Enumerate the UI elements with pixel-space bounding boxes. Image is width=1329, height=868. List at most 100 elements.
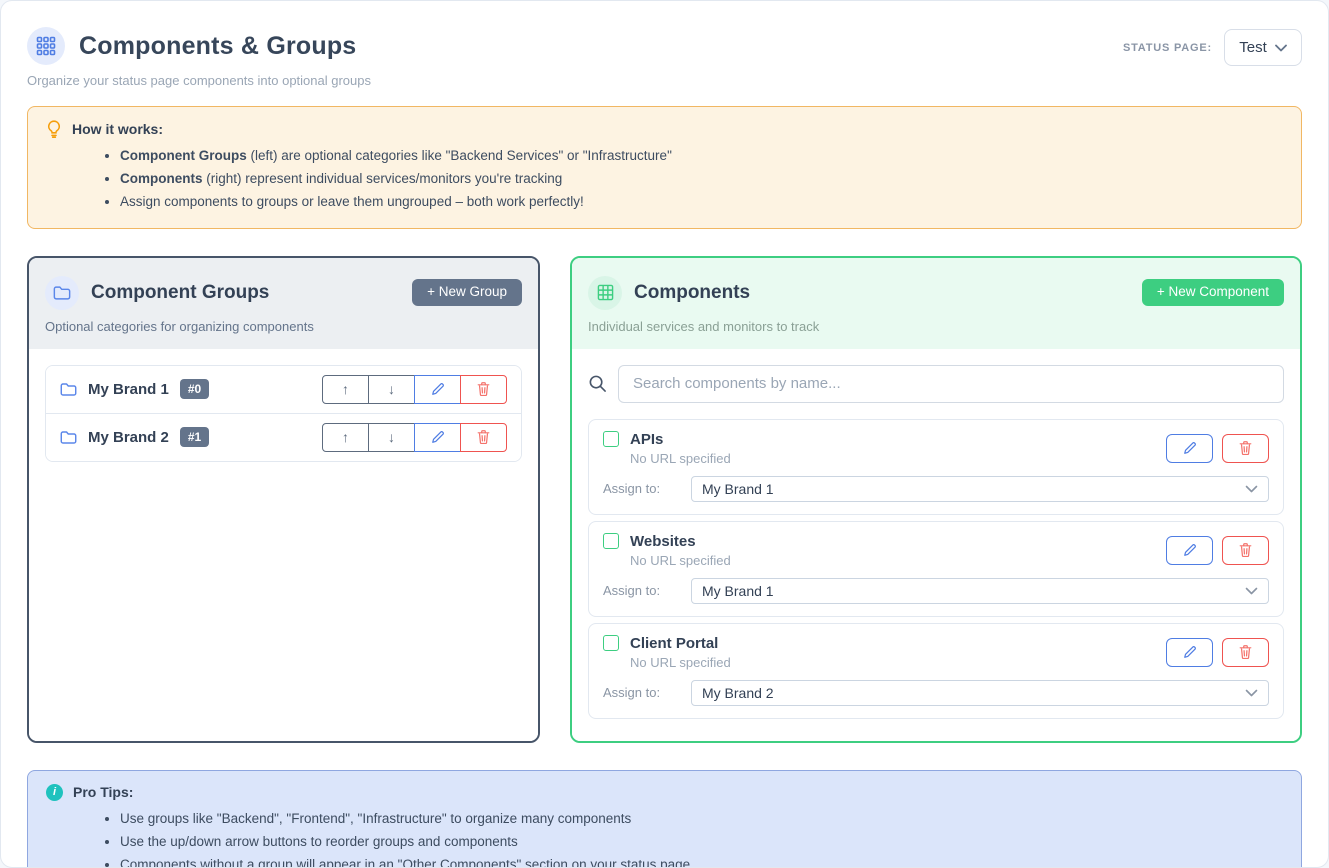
component-groups-panel: Component Groups + New Group Optional ca… <box>27 256 540 743</box>
pencil-icon <box>1183 543 1197 557</box>
status-page-label: STATUS PAGE: <box>1123 42 1212 54</box>
lightbulb-icon <box>46 120 62 138</box>
assign-to-label: Assign to: <box>603 583 691 598</box>
folder-icon <box>45 276 79 310</box>
group-order-badge: #0 <box>180 379 209 399</box>
group-actions: ↑ ↓ <box>322 423 507 452</box>
components-panel-header: Components + New Component Individual se… <box>572 258 1300 349</box>
edit-component-button[interactable] <box>1166 638 1213 667</box>
pro-tip-bullet: Components without a group will appear i… <box>120 853 1283 868</box>
folder-icon <box>60 382 77 397</box>
delete-group-button[interactable] <box>460 423 507 452</box>
component-url-status: No URL specified <box>630 451 1166 466</box>
info-icon: i <box>46 784 63 801</box>
new-group-button[interactable]: + New Group <box>412 279 522 306</box>
arrow-down-icon: ↓ <box>388 381 395 397</box>
edit-component-button[interactable] <box>1166 536 1213 565</box>
assigned-group-value: My Brand 1 <box>702 481 1245 497</box>
delete-component-button[interactable] <box>1222 434 1269 463</box>
group-actions: ↑ ↓ <box>322 375 507 404</box>
trash-icon <box>1239 441 1252 455</box>
pencil-icon <box>431 430 445 444</box>
how-it-works-list: Component Groups (left) are optional cat… <box>120 144 1283 214</box>
component-name: APIs <box>630 431 663 448</box>
pro-tips-list: Use groups like "Backend", "Frontend", "… <box>120 807 1283 868</box>
arrow-down-icon: ↓ <box>388 429 395 445</box>
chevron-down-icon <box>1245 485 1258 493</box>
components-panel-title: Components <box>634 282 750 304</box>
assigned-group-value: My Brand 1 <box>702 583 1245 599</box>
component-list: APIs No URL specified <box>588 419 1284 719</box>
how-it-works-bullet: Assign components to groups or leave the… <box>120 190 1283 213</box>
pencil-icon <box>431 382 445 396</box>
group-row: My Brand 2 #1 ↑ ↓ <box>46 413 521 461</box>
component-actions <box>1166 638 1269 667</box>
how-it-works-title: How it works: <box>72 121 163 137</box>
component-checkbox[interactable] <box>603 431 619 447</box>
component-actions <box>1166 434 1269 463</box>
status-page-value: Test <box>1239 39 1267 56</box>
assign-to-label: Assign to: <box>603 481 691 496</box>
arrow-up-icon: ↑ <box>342 381 349 397</box>
component-actions <box>1166 536 1269 565</box>
components-panel-subtitle: Individual services and monitors to trac… <box>588 319 1284 334</box>
component-name: Client Portal <box>630 635 718 652</box>
search-icon <box>588 374 618 393</box>
trash-icon <box>477 430 490 444</box>
assigned-group-value: My Brand 2 <box>702 685 1245 701</box>
component-card: Websites No URL specified <box>588 521 1284 617</box>
pro-tips-title: Pro Tips: <box>73 784 133 800</box>
chevron-down-icon <box>1275 44 1287 52</box>
trash-icon <box>477 382 490 396</box>
status-page-select[interactable]: Test <box>1224 29 1302 66</box>
pro-tip-bullet: Use groups like "Backend", "Frontend", "… <box>120 807 1283 830</box>
group-list: My Brand 1 #0 ↑ ↓ <box>45 365 522 462</box>
delete-component-button[interactable] <box>1222 536 1269 565</box>
group-name: My Brand 2 <box>88 429 169 446</box>
component-url-status: No URL specified <box>630 553 1166 568</box>
group-name: My Brand 1 <box>88 381 169 398</box>
how-it-works-bullet: Component Groups (left) are optional cat… <box>120 144 1283 167</box>
search-input[interactable] <box>618 365 1284 403</box>
move-down-button[interactable]: ↓ <box>368 423 415 452</box>
component-checkbox[interactable] <box>603 533 619 549</box>
groups-panel-header: Component Groups + New Group Optional ca… <box>29 258 538 349</box>
component-name: Websites <box>630 533 696 550</box>
move-down-button[interactable]: ↓ <box>368 375 415 404</box>
how-it-works-box: How it works: Component Groups (left) ar… <box>27 106 1302 229</box>
assign-group-select[interactable]: My Brand 1 <box>691 476 1269 502</box>
group-row: My Brand 1 #0 ↑ ↓ <box>46 366 521 413</box>
delete-component-button[interactable] <box>1222 638 1269 667</box>
pro-tip-bullet: Use the up/down arrow buttons to reorder… <box>120 830 1283 853</box>
component-url-status: No URL specified <box>630 655 1166 670</box>
trash-icon <box>1239 645 1252 659</box>
edit-component-button[interactable] <box>1166 434 1213 463</box>
chevron-down-icon <box>1245 587 1258 595</box>
group-order-badge: #1 <box>180 427 209 447</box>
delete-group-button[interactable] <box>460 375 507 404</box>
components-panel-body: APIs No URL specified <box>572 349 1300 741</box>
pro-tips-box: i Pro Tips: Use groups like "Backend", "… <box>27 770 1302 868</box>
component-card: Client Portal No URL specified <box>588 623 1284 719</box>
pencil-icon <box>1183 645 1197 659</box>
arrow-up-icon: ↑ <box>342 429 349 445</box>
component-card: APIs No URL specified <box>588 419 1284 515</box>
how-it-works-bullet: Components (right) represent individual … <box>120 167 1283 190</box>
move-up-button[interactable]: ↑ <box>322 423 369 452</box>
edit-group-button[interactable] <box>414 423 461 452</box>
pencil-icon <box>1183 441 1197 455</box>
assign-group-select[interactable]: My Brand 1 <box>691 578 1269 604</box>
chevron-down-icon <box>1245 689 1258 697</box>
new-component-button[interactable]: + New Component <box>1142 279 1284 306</box>
edit-group-button[interactable] <box>414 375 461 404</box>
page-container: Components & Groups Organize your status… <box>0 0 1329 868</box>
trash-icon <box>1239 543 1252 557</box>
assign-group-select[interactable]: My Brand 2 <box>691 680 1269 706</box>
page-title: Components & Groups <box>79 32 356 61</box>
folder-icon <box>60 430 77 445</box>
move-up-button[interactable]: ↑ <box>322 375 369 404</box>
assign-to-label: Assign to: <box>603 685 691 700</box>
page-subtitle: Organize your status page components int… <box>27 73 1302 88</box>
component-checkbox[interactable] <box>603 635 619 651</box>
table-grid-icon <box>588 276 622 310</box>
